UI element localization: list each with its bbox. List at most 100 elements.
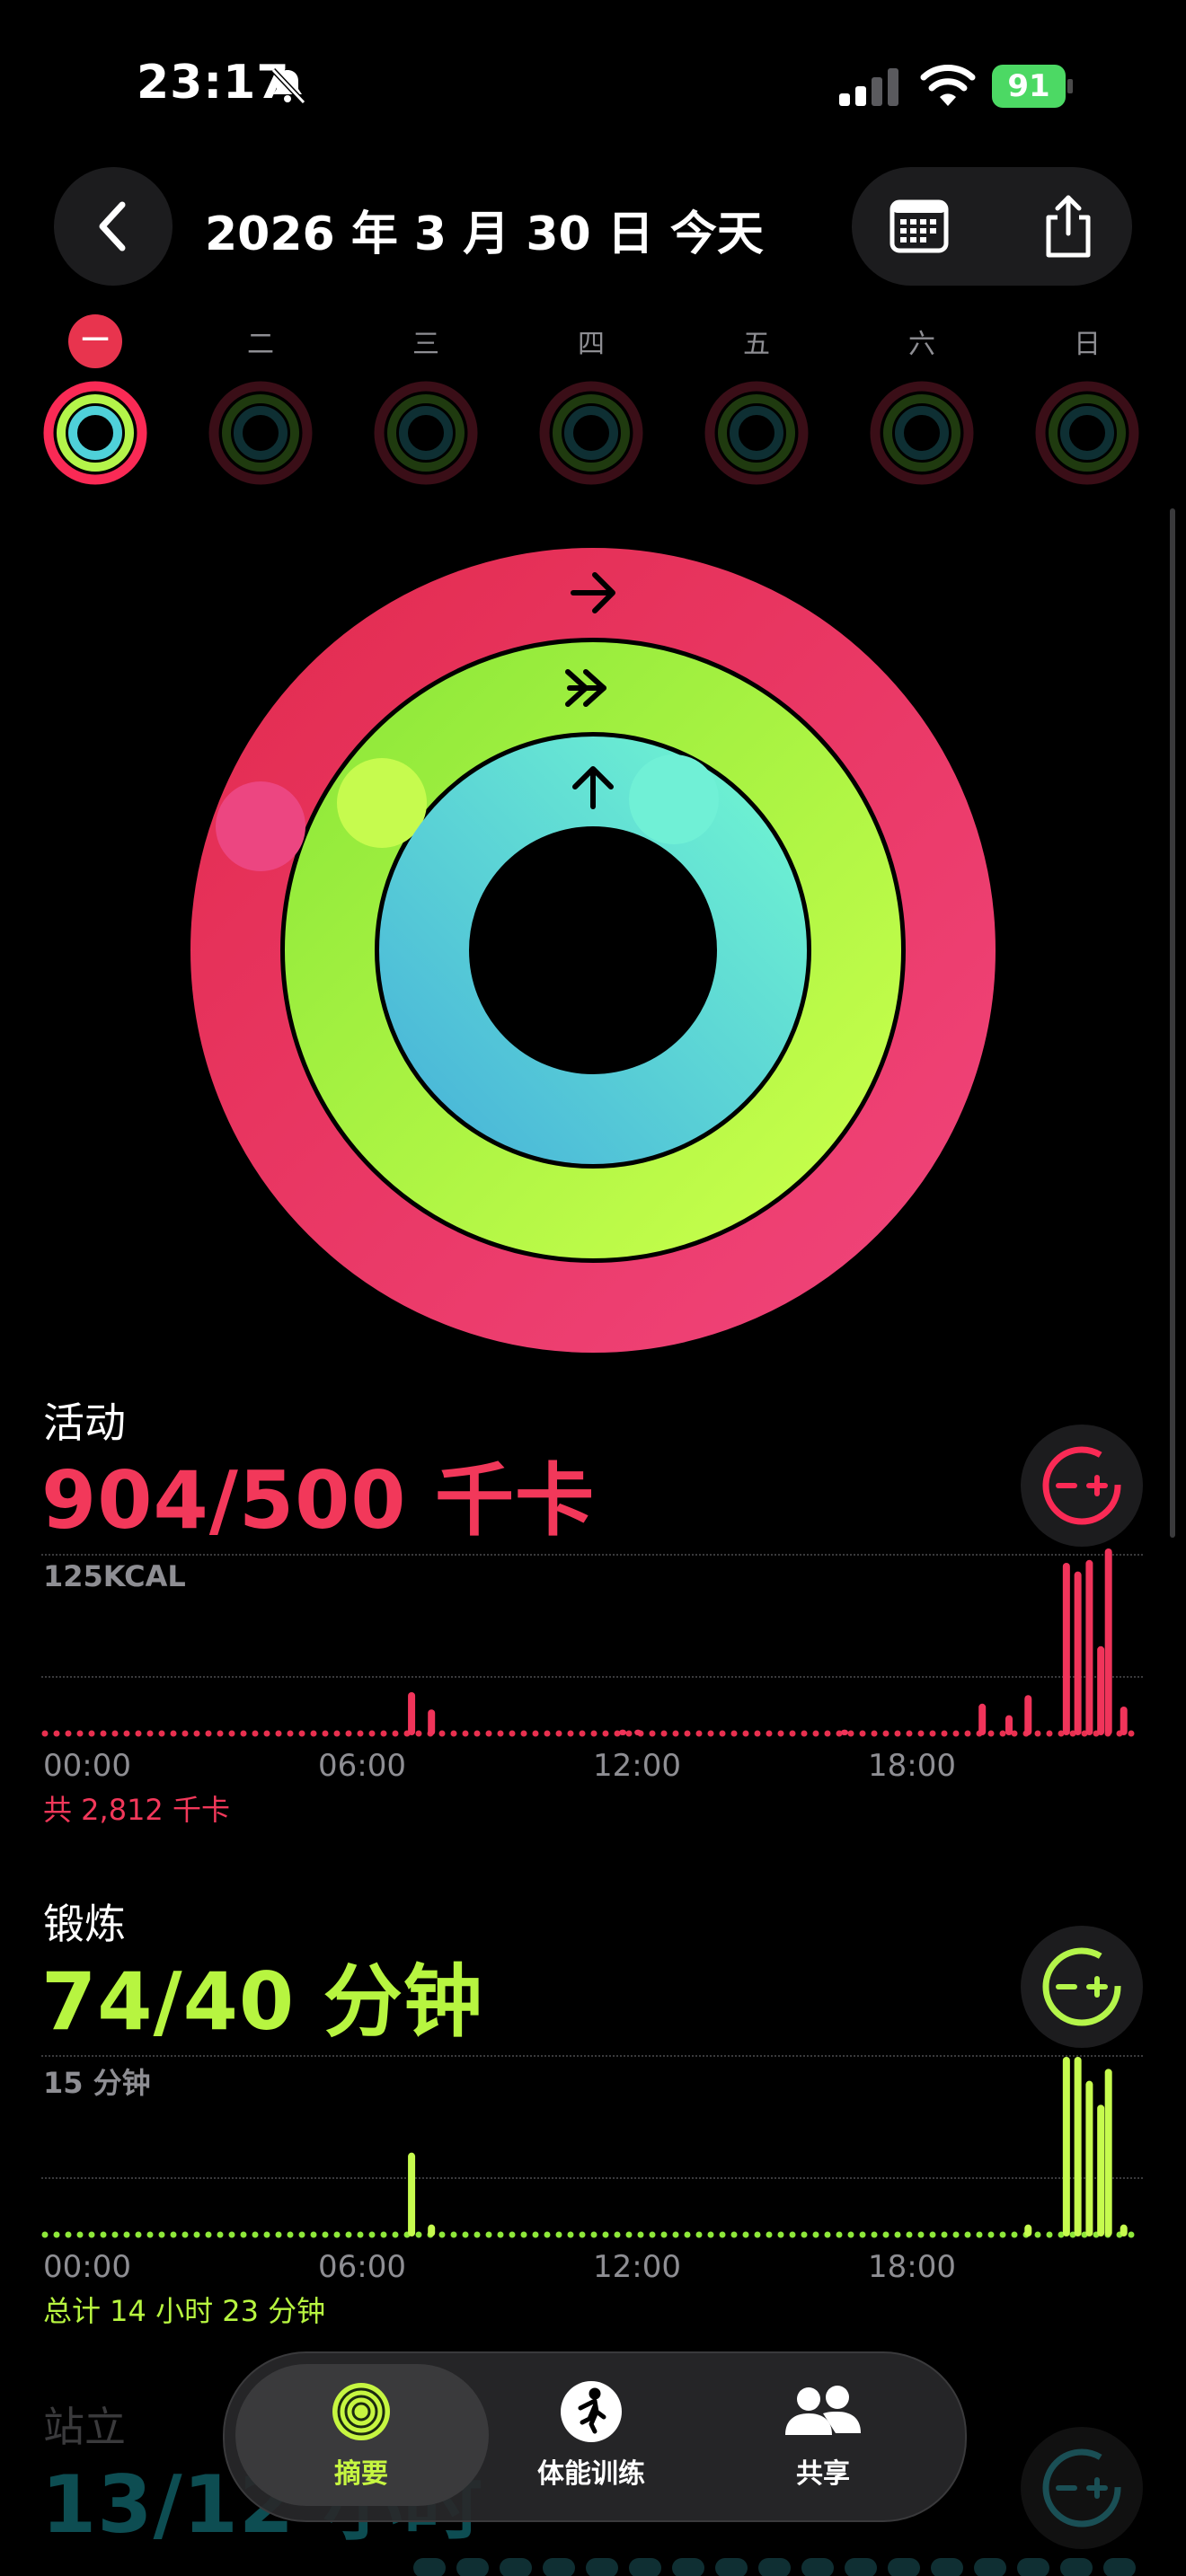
baseline-dot [333, 2231, 341, 2238]
exercise-goal-button[interactable] [1021, 1926, 1143, 2048]
baseline-dot [567, 1730, 574, 1737]
chevron-left-icon [99, 201, 126, 251]
baseline-dot [847, 1730, 854, 1737]
time-tick-label: 12:00 [593, 2249, 681, 2285]
day-ring-4[interactable] [535, 377, 647, 489]
baseline-dot [649, 1730, 656, 1737]
baseline-dot [882, 1730, 890, 1737]
back-button[interactable] [54, 167, 173, 286]
share-button[interactable] [1019, 180, 1118, 273]
baseline-dot [181, 1730, 189, 1737]
baseline-dot [859, 1730, 866, 1737]
stand-ring [379, 737, 807, 1164]
baseline-dot [357, 1730, 364, 1737]
baseline-dot [357, 2231, 364, 2238]
chart-bar [408, 1692, 416, 1735]
scroll-indicator[interactable] [1170, 508, 1175, 1538]
baseline-dot [906, 1730, 913, 1737]
baseline-dot [193, 1730, 200, 1737]
day-ring-7[interactable] [1031, 377, 1143, 489]
chart-bar [1120, 1707, 1128, 1735]
baseline-dot [824, 2231, 831, 2238]
baseline-dot [801, 2231, 808, 2238]
tab-workouts[interactable]: 体能训练 [474, 2364, 708, 2506]
baseline-dot [695, 1730, 703, 1737]
baseline-dot [100, 2231, 107, 2238]
baseline-dot [135, 1730, 142, 1737]
baseline-dot [41, 1730, 49, 1737]
baseline-dot [1034, 1730, 1041, 1737]
baseline-dot [485, 1730, 492, 1737]
tab-workouts-label: 体能训练 [537, 2458, 645, 2490]
baseline-dot [730, 2231, 738, 2238]
baseline-dot [298, 2231, 305, 2238]
day-ring-2[interactable] [205, 377, 316, 489]
baseline-dot [111, 1730, 119, 1737]
move-goal-adjust-icon [1042, 1446, 1121, 1525]
day-label-4: 四 [578, 329, 605, 360]
time-tick-label: 12:00 [593, 1748, 681, 1784]
baseline-dot [964, 1730, 971, 1737]
day-ring-1[interactable] [40, 377, 151, 489]
baseline-dot [917, 1730, 925, 1737]
baseline-dot [252, 2231, 259, 2238]
baseline-dot [952, 2231, 960, 2238]
baseline-dot [158, 1730, 165, 1737]
baseline-dot [987, 2231, 995, 2238]
baseline-dot [625, 2231, 633, 2238]
time-tick-label: 18:00 [868, 1748, 956, 1784]
baseline-dot [228, 2231, 235, 2238]
baseline-dot [882, 2231, 890, 2238]
chart-bar [408, 2152, 416, 2236]
baseline-dot [509, 2231, 516, 2238]
baseline-dot [590, 1730, 597, 1737]
chart-bar [978, 1703, 987, 1735]
baseline-dot [181, 2231, 189, 2238]
rings-icon [332, 2383, 390, 2440]
day-ring-5[interactable] [701, 377, 812, 489]
baseline-dot [88, 2231, 95, 2238]
exercise-value: 74/40 分钟 [41, 1955, 483, 2048]
baseline-dot [497, 1730, 504, 1737]
baseline-dot [824, 1730, 831, 1737]
time-tick-label: 06:00 [318, 1748, 406, 1784]
baseline-dot [777, 2231, 784, 2238]
baseline-dot [275, 1730, 282, 1737]
chart-bar [1062, 2057, 1070, 2236]
chart-bar [1024, 1695, 1032, 1735]
baseline-dot [263, 1730, 270, 1737]
activity-value: 904/500 千卡 [41, 1454, 596, 1547]
calendar-button[interactable] [870, 180, 969, 273]
baseline-dot [485, 2231, 492, 2238]
baseline-dot [871, 1730, 878, 1737]
baseline-dot [707, 2231, 714, 2238]
baseline-dot [333, 1730, 341, 1737]
chart-bar [1074, 2057, 1082, 2236]
baseline-dot [766, 2231, 773, 2238]
day-ring-6[interactable] [866, 377, 978, 489]
baseline-dot [532, 2231, 539, 2238]
chart-bar [1074, 1571, 1082, 1735]
baseline-dot [1046, 1730, 1053, 1737]
activity-goal-button[interactable] [1021, 1425, 1143, 1547]
chart-bar [1085, 1559, 1093, 1735]
tab-sharing[interactable]: 共享 [706, 2364, 940, 2506]
chart-bar [634, 1729, 642, 1735]
baseline-dot [952, 1730, 960, 1737]
stand-ring-end [629, 754, 719, 844]
chart-bar [1104, 2069, 1112, 2236]
stand-goal-button[interactable] [1021, 2427, 1143, 2549]
baseline-dot [240, 1730, 247, 1737]
baseline-dot [730, 1730, 738, 1737]
exercise-total: 总计 14 小时 23 分钟 [43, 2294, 326, 2328]
baseline-dot [929, 1730, 936, 1737]
calendar-icon [890, 199, 949, 253]
baseline-dot [766, 1730, 773, 1737]
baseline-dot [1128, 2231, 1135, 2238]
day-ring-3[interactable] [370, 377, 482, 489]
baseline-dot [76, 1730, 84, 1737]
baseline-dot [123, 1730, 130, 1737]
baseline-dot [1011, 2231, 1018, 2238]
baseline-dot [789, 1730, 796, 1737]
tab-summary[interactable]: 摘要 [244, 2364, 478, 2506]
